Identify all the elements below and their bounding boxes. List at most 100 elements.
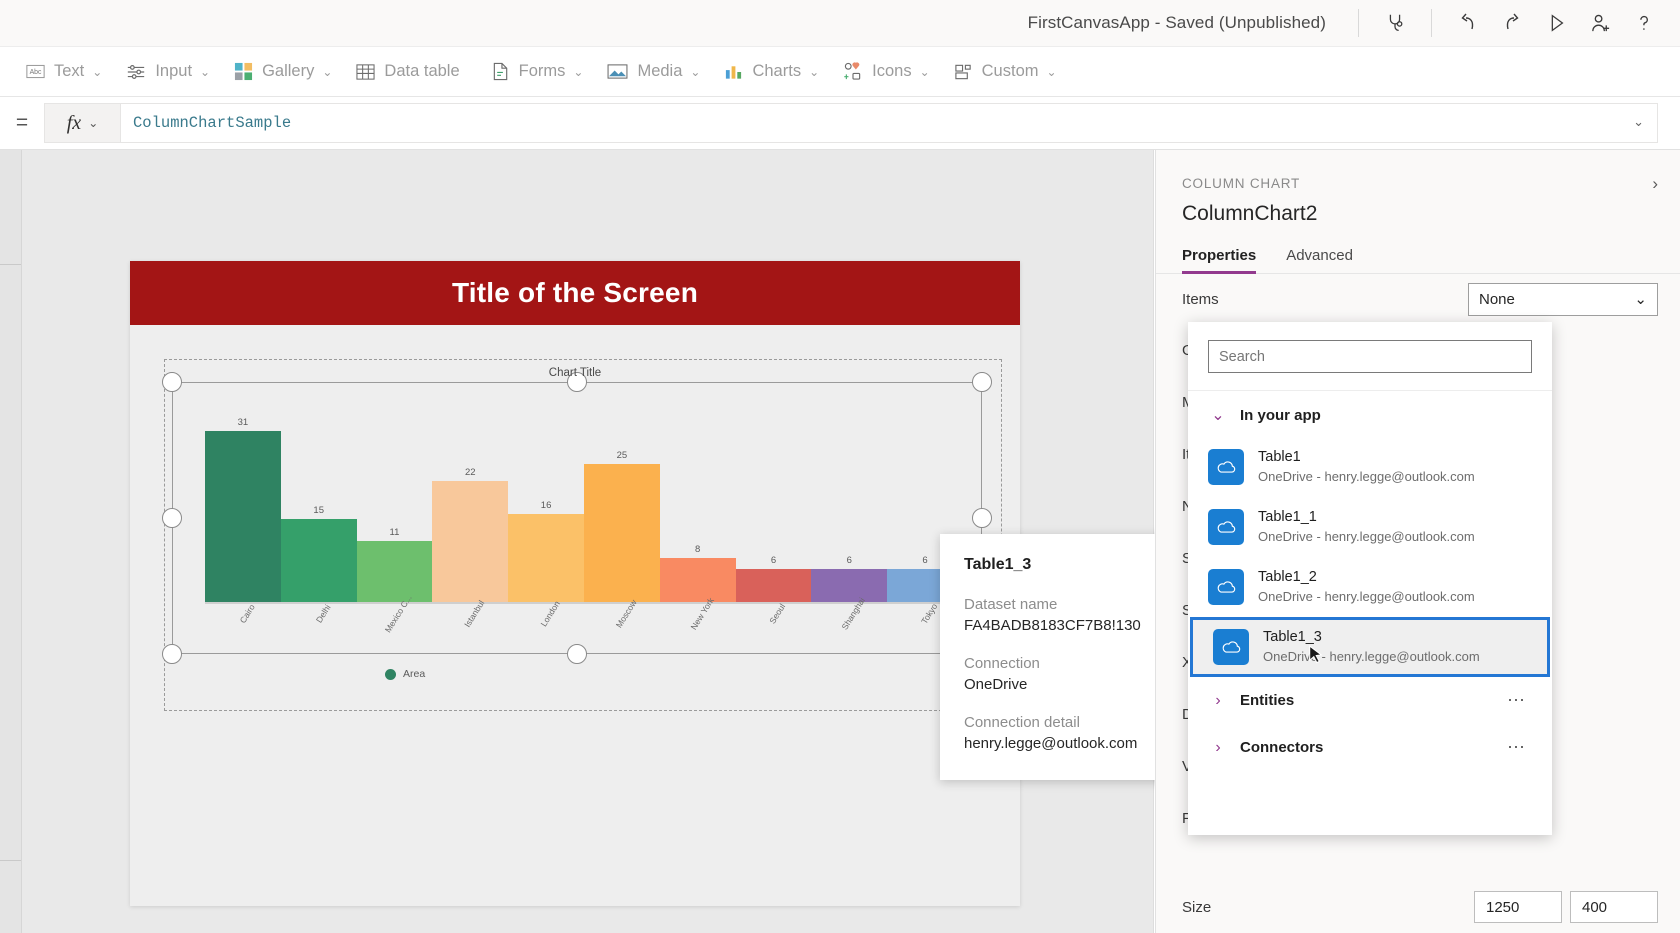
share-user-icon[interactable] [1578, 3, 1622, 43]
chevron-right-icon: › [1215, 691, 1221, 709]
control-type-label: COLUMN CHART [1182, 176, 1301, 191]
ribbon-item-label: Charts [752, 62, 802, 80]
chart-bar-column: 11 [356, 527, 433, 602]
chart-bar-value: 6 [770, 555, 777, 566]
app-checker-icon[interactable] [1373, 3, 1417, 43]
datasource-item-table1-3[interactable]: Table1_3 OneDrive - henry.legge@outlook.… [1190, 617, 1550, 677]
equals-sign: = [15, 111, 29, 134]
chart-bar-column: 22 [432, 467, 509, 602]
datasource-tooltip: Table1_3 Dataset name FA4BADB8183CF7B8!1… [940, 534, 1190, 780]
input-sliders-icon [126, 63, 146, 81]
resize-handle-middle-left[interactable] [162, 508, 182, 528]
charts-bar-icon [724, 63, 743, 81]
tab-advanced[interactable]: Advanced [1286, 247, 1353, 273]
mouse-cursor [1308, 644, 1324, 665]
datasource-section-connectors[interactable]: › Connectors ⋯ [1188, 724, 1552, 771]
help-icon[interactable] [1622, 3, 1666, 43]
chart-x-label-cell: Shanghai [811, 596, 887, 655]
onedrive-icon [1208, 509, 1244, 545]
group-label: In your app [1240, 406, 1321, 424]
chevron-right-icon[interactable]: › [1652, 174, 1658, 194]
size-width-value: 1250 [1486, 898, 1520, 916]
property-label-size: Size [1182, 898, 1212, 916]
ribbon-item-input[interactable]: Input ⌄ [116, 52, 220, 92]
divider [1358, 9, 1359, 37]
datasource-section-entities[interactable]: › Entities ⋯ [1188, 677, 1552, 724]
datasource-group-in-your-app[interactable]: ⌄ In your app [1188, 391, 1552, 437]
ribbon-item-label: Text [54, 62, 85, 80]
size-height-input[interactable]: 400 [1570, 891, 1658, 923]
chevron-down-icon: ⌄ [573, 64, 584, 79]
chevron-down-icon: ⌄ [1046, 64, 1057, 79]
icons-shapes-icon [843, 62, 863, 81]
text-abc-icon: Abc [26, 63, 45, 80]
datasource-name: Table1_3 [1263, 629, 1322, 646]
section-label-connectors: Connectors [1240, 739, 1324, 756]
ribbon-item-text[interactable]: Abc Text ⌄ [16, 52, 112, 92]
fx-label: fx [66, 111, 82, 134]
resize-handle-middle-right[interactable] [972, 508, 992, 528]
formula-expand-icon[interactable]: ⌄ [1633, 114, 1644, 130]
ribbon-item-label: Gallery [262, 62, 315, 80]
more-options-icon[interactable]: ⋯ [1507, 737, 1526, 758]
chart-bar-value: 22 [465, 467, 476, 478]
items-dropdown[interactable]: None ⌄ [1468, 282, 1658, 316]
chevron-down-icon: ⌄ [200, 64, 211, 79]
chevron-down-icon: ⌄ [1634, 291, 1647, 308]
chart-bar [811, 569, 888, 602]
datasource-detail: OneDrive - henry.legge@outlook.com [1263, 649, 1480, 664]
undo-icon[interactable] [1446, 3, 1490, 43]
ribbon-item-gallery[interactable]: Gallery ⌄ [224, 52, 342, 92]
chart-baseline [205, 602, 963, 604]
tooltip-key-connection: Connection [964, 655, 1040, 672]
chart-bar-value: 8 [695, 544, 701, 555]
media-image-icon [607, 63, 628, 80]
ribbon-item-data-table[interactable]: Data table [346, 52, 477, 92]
resize-handle-bottom-left[interactable] [162, 644, 182, 664]
ribbon-item-forms[interactable]: Forms ⌄ [482, 52, 594, 92]
fx-dropdown-button[interactable]: fx ⌄ [44, 103, 120, 143]
chevron-down-icon: ⌄ [1211, 407, 1225, 424]
tab-properties[interactable]: Properties [1182, 247, 1257, 274]
chart-title: Chart Title [548, 367, 602, 379]
redo-icon[interactable] [1490, 3, 1534, 43]
insert-ribbon: Abc Text ⌄ Input ⌄ Gallery ⌄ Data table [0, 46, 1680, 97]
ribbon-item-custom[interactable]: Custom ⌄ [944, 52, 1067, 92]
preview-play-icon[interactable] [1534, 3, 1578, 43]
datasource-item-table1[interactable]: Table1 OneDrive - henry.legge@outlook.co… [1188, 437, 1552, 497]
properties-panel-header: COLUMN CHART ColumnChart2 › [1156, 150, 1680, 226]
onedrive-icon [1208, 449, 1244, 485]
section-label-entities: Entities [1240, 692, 1295, 709]
chart-bar [356, 541, 433, 602]
chart-x-label-cell: Istanbul [432, 598, 508, 655]
datasource-item-table1-2[interactable]: Table1_2 OneDrive - henry.legge@outlook.… [1188, 557, 1552, 617]
rail-mark [0, 264, 21, 265]
search-input[interactable] [1208, 340, 1532, 373]
chart-bar-column: 6 [735, 555, 812, 602]
top-command-bar: FirstCanvasApp - Saved (Unpublished) [0, 0, 1680, 46]
screen-title-banner[interactable]: Title of the Screen [130, 261, 1020, 325]
ribbon-item-media[interactable]: Media ⌄ [597, 52, 710, 92]
size-width-input[interactable]: 1250 [1474, 891, 1562, 923]
chart-bar-value: 6 [846, 555, 852, 566]
chart-bar-column: 6 [811, 555, 888, 602]
chart-bar-value: 11 [389, 527, 400, 538]
ribbon-item-charts[interactable]: Charts ⌄ [714, 52, 829, 92]
chart-plot-area: 31 15 11 22 16 25 8 6 6 6 [205, 409, 963, 604]
datasource-detail: OneDrive - henry.legge@outlook.com [1258, 469, 1475, 484]
more-options-icon[interactable]: ⋯ [1507, 690, 1526, 711]
app-screen[interactable]: Title of the Screen Chart Title 31 15 11 22… [130, 261, 1020, 906]
chart-bars: 31 15 11 22 16 25 8 6 6 6 [205, 409, 963, 602]
chart-x-label-cell: Mexico C... [357, 593, 433, 655]
ribbon-item-label: Forms [518, 62, 566, 80]
formula-value: ColumnChartSample [133, 114, 292, 132]
chart-bar-column: 16 [508, 500, 584, 602]
datasource-item-table1-1[interactable]: Table1_1 OneDrive - henry.legge@outlook.… [1188, 497, 1552, 557]
ribbon-item-icons[interactable]: Icons ⌄ [833, 52, 940, 92]
chart-legend: Area [385, 668, 425, 680]
chevron-right-icon: › [1215, 738, 1221, 756]
chart-bar [659, 558, 736, 602]
chevron-down-icon: ⌄ [919, 64, 930, 79]
datasource-detail: OneDrive - henry.legge@outlook.com [1258, 589, 1475, 604]
formula-input[interactable]: ColumnChartSample [120, 103, 1658, 143]
